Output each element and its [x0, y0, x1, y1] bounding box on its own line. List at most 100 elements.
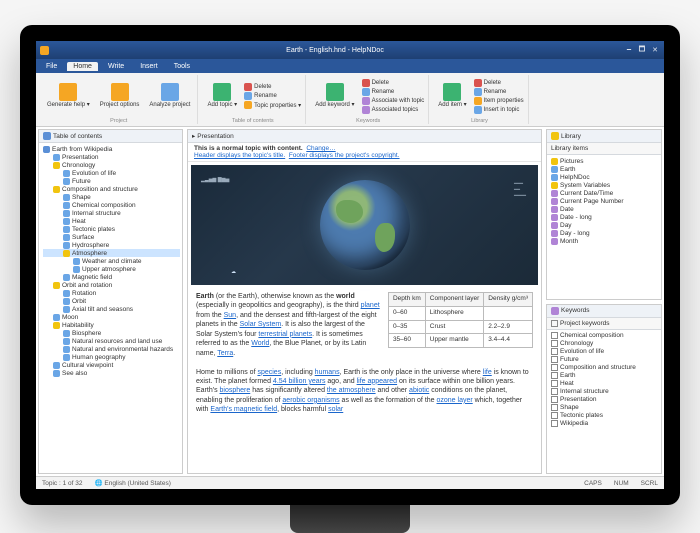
- keyword-item[interactable]: Presentation: [551, 396, 659, 404]
- checkbox-icon[interactable]: [551, 356, 558, 363]
- checkbox-icon[interactable]: [551, 348, 558, 355]
- keyword-item[interactable]: Tectonic plates: [551, 412, 659, 420]
- checkbox-icon[interactable]: [551, 340, 558, 347]
- checkbox-icon[interactable]: [551, 396, 558, 403]
- associate-with-topic[interactable]: Associate with topic: [362, 97, 425, 105]
- generate-help[interactable]: Generate help ▾: [44, 75, 93, 117]
- library-item[interactable]: Current Date/Time: [551, 189, 659, 197]
- tab-home[interactable]: Home: [67, 62, 98, 71]
- content-link[interactable]: life: [483, 369, 492, 376]
- library-item[interactable]: Current Page Number: [551, 197, 659, 205]
- library-item[interactable]: Day: [551, 221, 659, 229]
- tab-tools[interactable]: Tools: [168, 62, 196, 71]
- add-keyword[interactable]: Add keyword ▾: [312, 75, 357, 117]
- minimize-button[interactable]: 🗕: [624, 45, 634, 55]
- keyword-item[interactable]: Wikipedia: [551, 420, 659, 428]
- toc-item[interactable]: Earth from Wikipedia: [43, 145, 180, 153]
- library-item[interactable]: Day - long: [551, 229, 659, 237]
- content-link[interactable]: ozone layer: [437, 397, 473, 404]
- checkbox-icon[interactable]: [551, 320, 558, 327]
- rename-keyword[interactable]: Rename: [362, 88, 425, 96]
- rename-topic[interactable]: Rename: [244, 92, 301, 100]
- keyword-item[interactable]: Chronology: [551, 340, 659, 348]
- toc-item[interactable]: Heat: [43, 217, 180, 225]
- library-item[interactable]: Month: [551, 237, 659, 245]
- toc-item[interactable]: Orbit and rotation: [43, 281, 180, 289]
- rename-item[interactable]: Rename: [474, 88, 524, 96]
- toc-item[interactable]: Presentation: [43, 153, 180, 161]
- library-item[interactable]: Date - long: [551, 213, 659, 221]
- checkbox-icon[interactable]: [551, 404, 558, 411]
- toc-item[interactable]: Natural and environmental hazards: [43, 345, 180, 353]
- toc-item[interactable]: See also: [43, 369, 180, 377]
- toc-item[interactable]: Cultural viewpoint: [43, 361, 180, 369]
- toc-item[interactable]: Shape: [43, 193, 180, 201]
- toc-item[interactable]: Hydrosphere: [43, 241, 180, 249]
- content-link[interactable]: abiotic: [409, 387, 429, 394]
- file-menu[interactable]: File: [40, 62, 63, 71]
- library-item[interactable]: HelpNDoc: [551, 173, 659, 181]
- content-link[interactable]: Solar System: [240, 321, 282, 328]
- content-link[interactable]: Sun: [224, 312, 236, 319]
- keyword-item[interactable]: Future: [551, 356, 659, 364]
- close-button[interactable]: ✕: [650, 45, 660, 55]
- add-item[interactable]: Add item ▾: [435, 75, 469, 117]
- toc-item[interactable]: Tectonic plates: [43, 225, 180, 233]
- toc-item[interactable]: Evolution of life: [43, 169, 180, 177]
- delete-item[interactable]: Delete: [474, 79, 524, 87]
- tab-write[interactable]: Write: [102, 62, 130, 71]
- checkbox-icon[interactable]: [551, 412, 558, 419]
- toc-tree[interactable]: Earth from WikipediaPresentationChronolo…: [39, 143, 182, 473]
- item-properties[interactable]: Item properties: [474, 97, 524, 105]
- content-link[interactable]: humans: [315, 369, 340, 376]
- toc-item[interactable]: Moon: [43, 313, 180, 321]
- topic-content[interactable]: Depth kmComponent layerDensity g/cm³ 0–6…: [188, 288, 541, 473]
- content-link[interactable]: Terra: [217, 350, 233, 357]
- add-topic[interactable]: Add topic ▾: [204, 75, 240, 117]
- keyword-item[interactable]: Internal structure: [551, 388, 659, 396]
- library-item[interactable]: Pictures: [551, 157, 659, 165]
- content-link[interactable]: planet: [361, 302, 380, 309]
- toc-item[interactable]: Atmosphere: [43, 249, 180, 257]
- keyword-item[interactable]: Shape: [551, 404, 659, 412]
- toc-item[interactable]: Surface: [43, 233, 180, 241]
- project-options[interactable]: Project options: [97, 75, 143, 117]
- content-link[interactable]: aerobic organisms: [282, 397, 339, 404]
- toc-item[interactable]: Chemical composition: [43, 201, 180, 209]
- content-link[interactable]: biosphere: [220, 387, 251, 394]
- content-link[interactable]: terrestrial planets: [258, 331, 312, 338]
- toc-item[interactable]: Natural resources and land use: [43, 337, 180, 345]
- toc-item[interactable]: Chronology: [43, 161, 180, 169]
- content-link[interactable]: Earth's magnetic field: [210, 406, 277, 413]
- content-link[interactable]: solar: [328, 406, 343, 413]
- associated-topics[interactable]: Associated topics: [362, 106, 425, 114]
- checkbox-icon[interactable]: [551, 332, 558, 339]
- content-link[interactable]: the atmosphere: [327, 387, 376, 394]
- checkbox-icon[interactable]: [551, 380, 558, 387]
- toc-item[interactable]: Composition and structure: [43, 185, 180, 193]
- toc-item[interactable]: Weather and climate: [43, 257, 180, 265]
- checkbox-icon[interactable]: [551, 388, 558, 395]
- keywords-tree[interactable]: Chemical compositionChronologyEvolution …: [547, 330, 661, 474]
- change-link[interactable]: Change…: [306, 145, 335, 152]
- keyword-item[interactable]: Composition and structure: [551, 364, 659, 372]
- delete-keyword[interactable]: Delete: [362, 79, 425, 87]
- library-tree[interactable]: PicturesEarthHelpNDocSystem VariablesCur…: [547, 155, 661, 299]
- toc-item[interactable]: Rotation: [43, 289, 180, 297]
- toc-item[interactable]: Orbit: [43, 297, 180, 305]
- checkbox-icon[interactable]: [551, 364, 558, 371]
- toc-item[interactable]: Upper atmosphere: [43, 265, 180, 273]
- insert-in-topic[interactable]: Insert in topic: [474, 106, 524, 114]
- keyword-item[interactable]: Chemical composition: [551, 332, 659, 340]
- content-link[interactable]: 4.54 billion years: [273, 378, 326, 385]
- toc-item[interactable]: Biosphere: [43, 329, 180, 337]
- analyze-project[interactable]: Analyze project: [146, 75, 193, 117]
- toc-item[interactable]: Axial tilt and seasons: [43, 305, 180, 313]
- keyword-item[interactable]: Heat: [551, 380, 659, 388]
- toc-item[interactable]: Habitability: [43, 321, 180, 329]
- checkbox-icon[interactable]: [551, 372, 558, 379]
- library-item[interactable]: Earth: [551, 165, 659, 173]
- status-language[interactable]: English (United States): [104, 480, 170, 487]
- footer-info-link[interactable]: Footer displays the project's copyright.: [289, 152, 400, 159]
- toc-item[interactable]: Internal structure: [43, 209, 180, 217]
